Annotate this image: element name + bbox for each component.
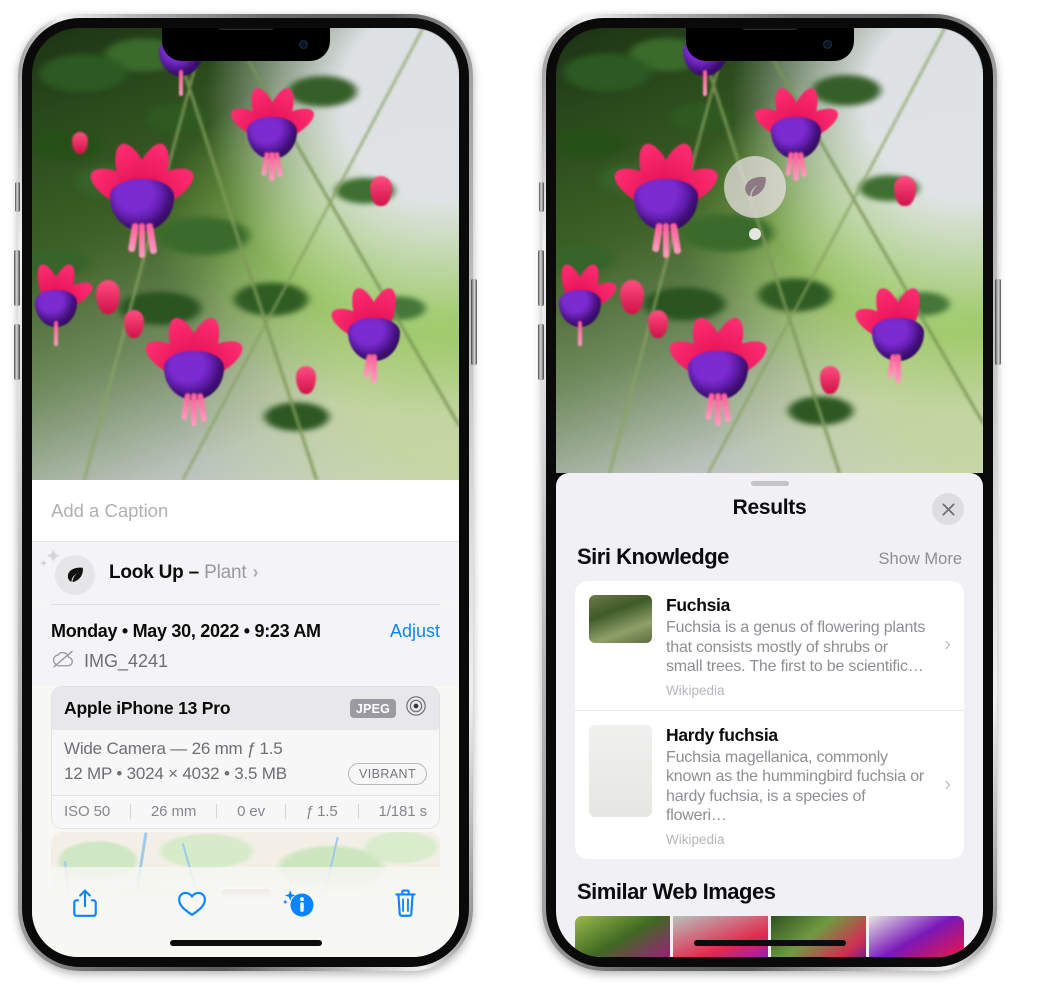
mute-switch[interactable] [539,182,544,212]
mute-switch[interactable] [15,182,20,212]
device-notch [161,28,330,61]
exif-row: ISO 50 26 mm 0 ev ƒ 1.5 1/181 s [52,795,439,828]
camera-card-body: Wide Camera — 26 mm ƒ 1.5 12 MP • 3024 ×… [52,730,439,795]
exif-separator [216,804,218,819]
volume-up-button[interactable] [538,250,544,306]
photo-info-panel: ✦ ✦ Look Up – Plant› [32,480,459,957]
photo-viewer[interactable] [556,28,983,473]
photo-viewer[interactable] [32,28,459,480]
right-phone: Results Siri Knowledge Show More Fuchsia… [538,14,1001,971]
date-row: Monday • May 30, 2022 • 9:23 AM Adjust [51,605,440,642]
exif-shutter: 1/181 s [378,803,427,820]
heart-icon[interactable] [166,881,218,925]
section-title: Similar Web Images [577,878,776,904]
exif-exposure: 0 ev [237,803,266,820]
chevron-right-icon: › [252,562,259,582]
result-source: Wikipedia [666,831,725,847]
aperture-icon [405,695,427,722]
result-description: Fuchsia magellanica, commonly known as t… [666,748,925,825]
home-indicator[interactable] [169,940,322,946]
format-badge: JPEG [349,699,396,718]
siri-knowledge-header: Siri Knowledge Show More [556,536,983,581]
specs-row: 12 MP • 3024 × 4032 • 3.5 MB VIBRANT [64,763,427,785]
trash-icon[interactable] [380,881,432,925]
look-up-row[interactable]: ✦ ✦ Look Up – Plant › [32,542,459,604]
exif-separator [357,804,359,819]
sheet-title: Results [732,495,807,519]
show-more-button[interactable]: Show More [879,550,962,569]
exif-separator [130,804,132,819]
capture-date: Monday • May 30, 2022 • 9:23 AM [51,621,321,641]
result-text: Hardy fuchsia Fuchsia magellanica, commo… [666,725,950,847]
screenshot-stage: ✦ ✦ Look Up – Plant› [0,0,1055,985]
look-up-prefix: Look Up – [109,562,205,583]
lens-line: Wide Camera — 26 mm ƒ 1.5 [64,739,283,758]
chevron-right-icon: › [944,633,951,656]
earpiece-speaker [741,28,798,30]
sheet-header: Results [556,473,983,536]
photo-softening-layer [556,28,983,473]
leaf-icon [55,555,95,595]
volume-up-button[interactable] [14,250,20,306]
result-description: Fuchsia is a genus of flowering plants t… [666,619,926,676]
web-image-thumbnail[interactable] [575,915,670,957]
similar-web-images-header: Similar Web Images [556,859,983,916]
exif-focal: 26 mm [150,803,197,820]
result-text: Fuchsia Fuchsia is a genus of flowering … [666,595,950,698]
result-title: Hardy fuchsia [666,724,778,745]
exif-separator [285,804,286,819]
sparkle-small-icon: ✦ [39,558,49,570]
photo-softening-layer [32,28,459,480]
camera-card-badges: JPEG [349,695,427,722]
web-image-thumbnail[interactable] [673,915,768,957]
style-badge: VIBRANT [348,763,427,785]
result-title: Fuchsia [666,595,731,615]
results-sheet: Results Siri Knowledge Show More Fuchsia… [556,473,983,957]
web-image-thumbnail[interactable] [869,915,964,957]
device-notch [685,28,854,61]
filename: IMG_4241 [84,651,169,671]
chevron-right-icon: › [944,773,951,796]
front-camera [822,40,832,49]
result-source: Wikipedia [666,682,725,698]
leaf-icon[interactable] [724,156,786,240]
camera-info-card: Apple iPhone 13 Pro JPEG Wide Camera — 2… [51,686,440,829]
camera-card-header: Apple iPhone 13 Pro JPEG [52,687,439,730]
list-item[interactable]: Fuchsia Fuchsia is a genus of flowering … [575,581,964,710]
siri-knowledge-card: Fuchsia Fuchsia is a genus of flowering … [575,581,964,859]
filename-row: IMG_4241 [51,642,440,686]
power-button[interactable] [471,279,477,365]
caption-row[interactable] [32,480,459,542]
left-phone: ✦ ✦ Look Up – Plant› [14,14,477,971]
left-phone-screen: ✦ ✦ Look Up – Plant› [32,28,459,957]
section-title: Siri Knowledge [577,544,729,569]
adjust-button[interactable]: Adjust [390,621,440,642]
earpiece-speaker [217,28,274,30]
look-up-label: Look Up – Plant › [109,562,258,584]
result-thumbnail [589,595,652,643]
look-up-icon-group: ✦ ✦ [39,547,95,595]
list-item[interactable]: Hardy fuchsia Fuchsia magellanica, commo… [575,709,964,859]
web-image-thumbnail[interactable] [771,915,866,957]
metadata-block: Monday • May 30, 2022 • 9:23 AM Adjust I… [32,605,459,686]
home-indicator[interactable] [693,940,846,946]
volume-down-button[interactable] [14,324,20,380]
device-name: Apple iPhone 13 Pro [64,698,231,718]
close-icon[interactable] [932,493,964,525]
right-phone-screen: Results Siri Knowledge Show More Fuchsia… [556,28,983,957]
share-icon[interactable] [59,881,111,925]
front-camera [298,40,308,49]
exif-aperture: ƒ 1.5 [305,803,338,820]
similar-web-images-strip [575,915,964,957]
volume-down-button[interactable] [538,324,544,380]
lookup-anchor-dot [749,228,761,240]
info-sparkle-icon[interactable] [273,881,325,925]
exif-iso: ISO 50 [64,803,111,820]
power-button[interactable] [995,279,1001,365]
look-up-subject: Plant [204,562,247,583]
cloud-slash-icon [51,650,75,673]
result-thumbnail [589,724,652,817]
specs-line: 12 MP • 3024 × 4032 • 3.5 MB [64,764,287,783]
caption-input[interactable] [51,499,440,522]
